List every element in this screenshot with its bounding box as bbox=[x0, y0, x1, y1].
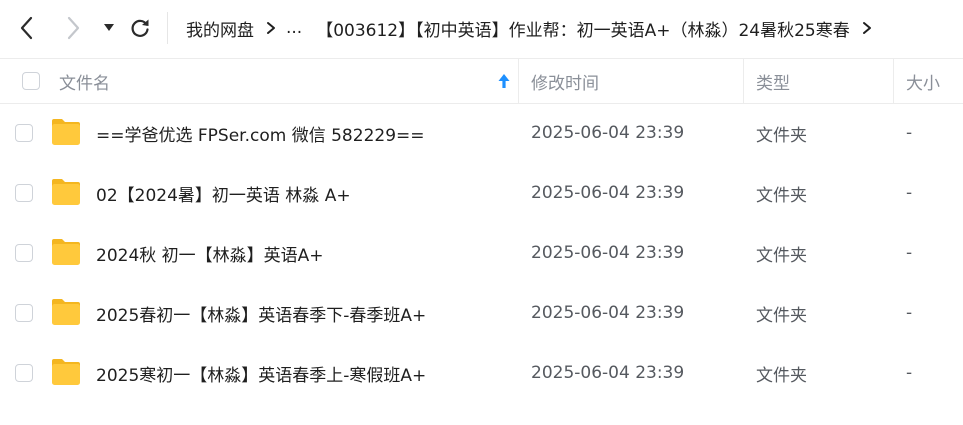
header-size[interactable]: 大小 bbox=[906, 59, 940, 103]
back-button[interactable] bbox=[14, 14, 40, 42]
table-row[interactable]: 2024秋 初一【林淼】英语A+ 2025-06-04 23:39 文件夹 - bbox=[0, 223, 963, 283]
forward-button[interactable] bbox=[60, 14, 86, 42]
breadcrumb: 我的网盘 ... 【003612】【初中英语】作业帮：初一英语A+（林淼）24暑… bbox=[186, 0, 956, 56]
breadcrumb-current[interactable]: 【003612】【初中英语】作业帮：初一英语A+（林淼）24暑秋25寒春 bbox=[316, 16, 850, 41]
history-dropdown-button[interactable] bbox=[96, 14, 122, 42]
table-row[interactable]: 02【2024暑】初一英语 林淼 A+ 2025-06-04 23:39 文件夹… bbox=[0, 163, 963, 223]
file-type: 文件夹 bbox=[756, 365, 807, 386]
select-all-checkbox[interactable] bbox=[22, 72, 40, 90]
file-size: - bbox=[906, 183, 913, 203]
sort-ascending-icon[interactable] bbox=[497, 72, 511, 90]
file-modified: 2025-06-04 23:39 bbox=[531, 363, 685, 383]
table-row[interactable]: 2025寒初一【林淼】英语春季上-寒假班A+ 2025-06-04 23:39 … bbox=[0, 343, 963, 403]
file-name[interactable]: 2025春初一【林淼】英语春季下-春季班A+ bbox=[96, 283, 426, 343]
file-modified: 2025-06-04 23:39 bbox=[531, 303, 685, 323]
refresh-icon bbox=[131, 19, 149, 37]
file-name[interactable]: 02【2024暑】初一英语 林淼 A+ bbox=[96, 163, 351, 223]
folder-icon bbox=[52, 179, 80, 205]
row-checkbox[interactable] bbox=[15, 124, 33, 142]
header-type[interactable]: 类型 bbox=[756, 59, 790, 103]
file-name[interactable]: 2024秋 初一【林淼】英语A+ bbox=[96, 223, 324, 283]
table-row[interactable]: 2025春初一【林淼】英语春季下-春季班A+ 2025-06-04 23:39 … bbox=[0, 283, 963, 343]
caret-down-icon bbox=[104, 24, 114, 31]
row-checkbox[interactable] bbox=[15, 184, 33, 202]
file-size: - bbox=[906, 363, 913, 383]
file-size: - bbox=[906, 243, 913, 263]
file-table-header: 文件名 修改时间 类型 大小 bbox=[0, 58, 963, 104]
folder-icon bbox=[52, 299, 80, 325]
header-name[interactable]: 文件名 bbox=[59, 59, 110, 103]
header-modified[interactable]: 修改时间 bbox=[531, 59, 599, 103]
toolbar-divider bbox=[167, 12, 168, 44]
folder-icon bbox=[52, 239, 80, 265]
file-type: 文件夹 bbox=[756, 245, 807, 266]
folder-icon bbox=[52, 119, 80, 145]
file-type: 文件夹 bbox=[756, 185, 807, 206]
folder-icon bbox=[52, 359, 80, 385]
chevron-right-icon bbox=[67, 16, 80, 40]
top-toolbar: 我的网盘 ... 【003612】【初中英语】作业帮：初一英语A+（林淼）24暑… bbox=[0, 0, 963, 56]
file-modified: 2025-06-04 23:39 bbox=[531, 123, 685, 143]
column-divider[interactable] bbox=[893, 59, 894, 103]
chevron-left-icon bbox=[20, 16, 33, 40]
file-modified: 2025-06-04 23:39 bbox=[531, 183, 685, 203]
column-divider[interactable] bbox=[743, 59, 744, 103]
row-checkbox[interactable] bbox=[15, 304, 33, 322]
refresh-button[interactable] bbox=[127, 14, 153, 42]
file-size: - bbox=[906, 123, 913, 143]
breadcrumb-expand-icon[interactable] bbox=[862, 21, 872, 35]
row-checkbox[interactable] bbox=[15, 244, 33, 262]
file-modified: 2025-06-04 23:39 bbox=[531, 243, 685, 263]
file-name[interactable]: ==学爸优选 FPSer.com 微信 582229== bbox=[96, 103, 425, 163]
file-type: 文件夹 bbox=[756, 125, 807, 146]
file-type: 文件夹 bbox=[756, 305, 807, 326]
file-size: - bbox=[906, 303, 913, 323]
breadcrumb-ellipsis[interactable]: ... bbox=[286, 18, 302, 38]
file-name[interactable]: 2025寒初一【林淼】英语春季上-寒假班A+ bbox=[96, 343, 426, 403]
breadcrumb-separator-icon bbox=[266, 21, 276, 35]
row-checkbox[interactable] bbox=[15, 364, 33, 382]
table-row[interactable]: ==学爸优选 FPSer.com 微信 582229== 2025-06-04 … bbox=[0, 103, 963, 163]
column-divider[interactable] bbox=[518, 59, 519, 103]
breadcrumb-root[interactable]: 我的网盘 bbox=[186, 16, 254, 41]
